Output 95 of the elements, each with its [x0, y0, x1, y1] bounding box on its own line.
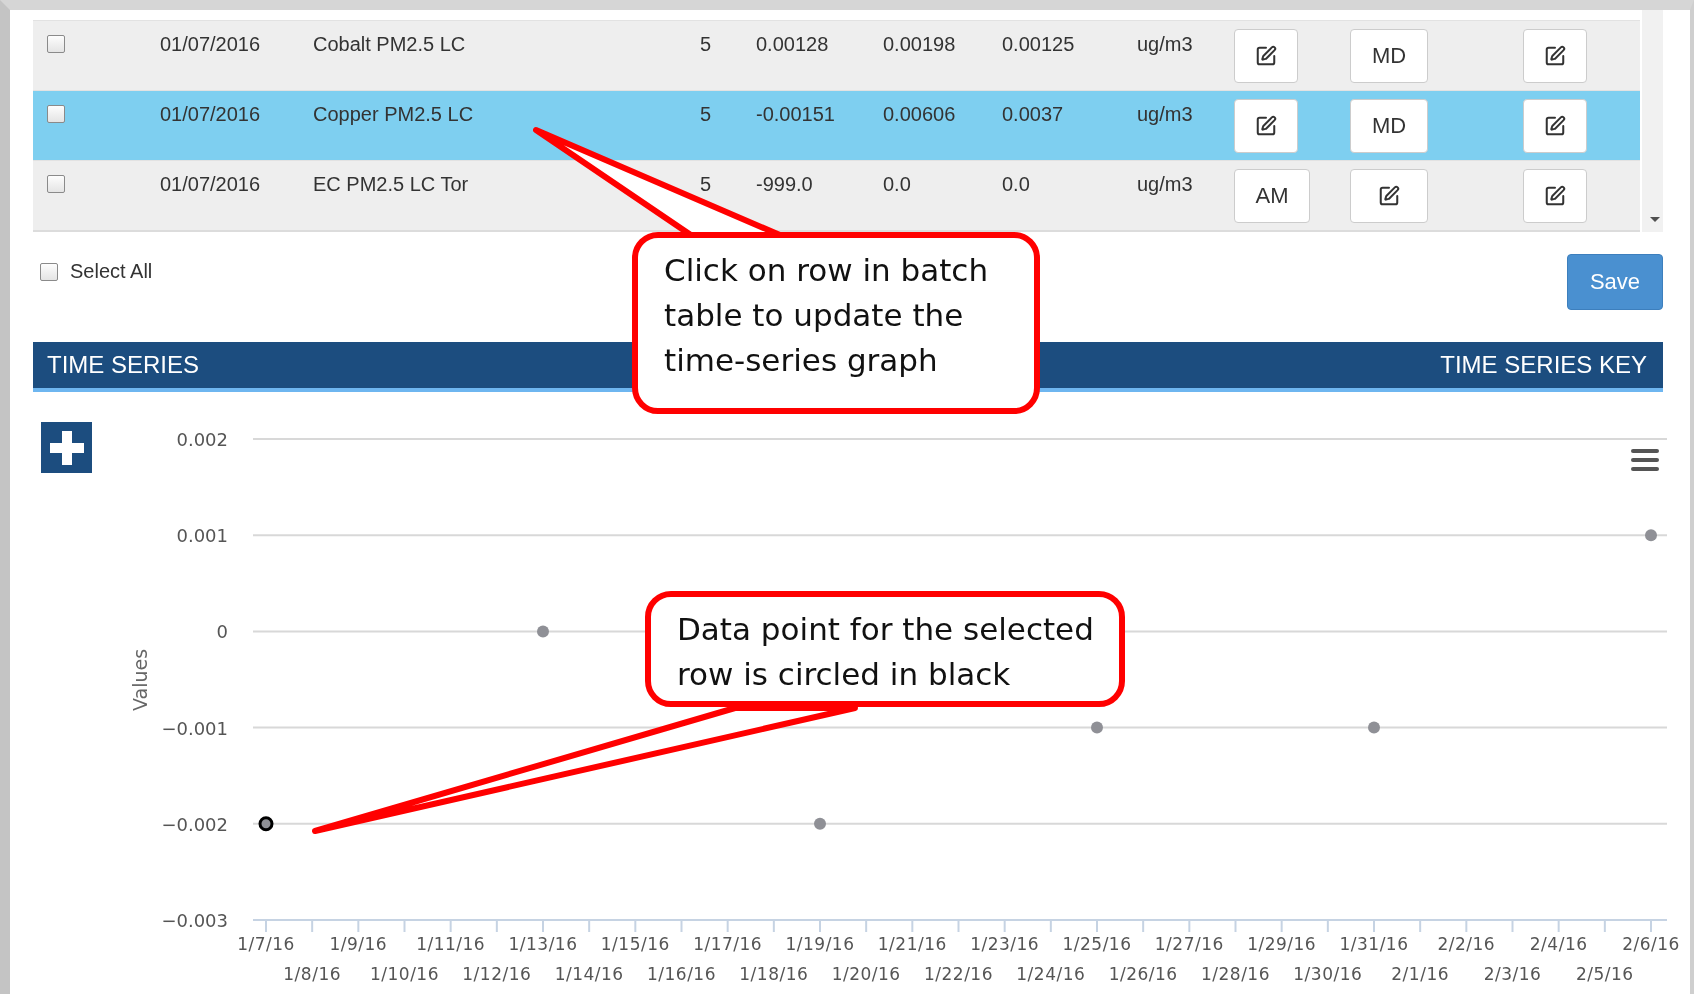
- y-tick-label: 0.001: [176, 525, 228, 547]
- x-tick-label: 1/31/16: [1339, 934, 1409, 954]
- x-tick-label: 1/26/16: [1108, 964, 1178, 984]
- x-tick-label: 1/20/16: [831, 964, 901, 984]
- x-tick-label: 1/15/16: [600, 934, 670, 954]
- x-tick-label: 1/9/16: [329, 934, 388, 954]
- x-tick-label: 1/21/16: [877, 934, 947, 954]
- row-checkbox[interactable]: [47, 175, 65, 193]
- table-cell-text: ug/m3: [1137, 172, 1194, 197]
- edit-icon: [1255, 45, 1277, 67]
- edit-icon: [1255, 115, 1277, 137]
- table-cell-text: EC PM2.5 LC Tor: [313, 172, 470, 197]
- edit-icon: [1544, 115, 1566, 137]
- x-tick-label: 1/7/16: [237, 934, 295, 954]
- select-all-label: Select All: [70, 260, 153, 283]
- x-tick-label: 1/23/16: [970, 934, 1040, 954]
- table-cell-text: -0.00151: [756, 102, 836, 127]
- table-cell-text: 0.00125: [1002, 32, 1076, 57]
- x-tick-label: 1/27/16: [1154, 934, 1224, 954]
- time-series-key-label[interactable]: TIME SERIES KEY: [1440, 351, 1647, 379]
- table-cell-text: 01/07/2016: [160, 102, 262, 127]
- x-tick-label: 2/2/16: [1437, 934, 1496, 954]
- select-all-checkbox[interactable]: [40, 262, 58, 281]
- flag-button[interactable]: MD: [1350, 99, 1428, 153]
- table-cell-text: 5: [700, 32, 713, 57]
- x-tick-label: 1/16/16: [647, 964, 716, 984]
- y-axis-title: Values: [129, 648, 151, 712]
- x-tick-label: 2/6/16: [1622, 934, 1680, 954]
- x-tick-label: 2/5/16: [1575, 964, 1634, 984]
- flag-button[interactable]: AM: [1234, 169, 1310, 223]
- table-row[interactable]: 01/07/2016 Cobalt PM2.5 LC 5 0.00128 0.00198 0.00125 ug/m3 MD: [33, 20, 1640, 90]
- x-tick-label: 1/25/16: [1062, 934, 1132, 954]
- x-tick-label: 1/24/16: [1016, 964, 1086, 984]
- data-point[interactable]: [1091, 721, 1103, 734]
- edit-icon: [1544, 45, 1566, 67]
- table-cell-text: 0.00198: [883, 32, 957, 57]
- table-cell-text: 01/07/2016: [160, 32, 262, 57]
- table-row[interactable]: 01/07/2016 EC PM2.5 LC Tor 5 -999.0 0.0 0.0 ug/m3 AM: [33, 160, 1640, 230]
- scrollbar[interactable]: [1642, 10, 1663, 232]
- edit-button[interactable]: [1350, 169, 1428, 223]
- panel-title: TIME SERIES: [47, 351, 200, 379]
- edit-button[interactable]: [1523, 99, 1587, 153]
- table-cell-text: 5: [700, 102, 713, 127]
- data-point[interactable]: [537, 625, 549, 638]
- data-point[interactable]: [1368, 721, 1380, 734]
- x-tick-label: 1/11/16: [416, 934, 486, 954]
- table-cell-text: 0.00128: [756, 32, 830, 57]
- x-tick-label: 1/22/16: [924, 964, 993, 984]
- y-tick-label: −0.003: [161, 910, 228, 931]
- x-tick-label: 1/8/16: [283, 964, 342, 984]
- x-tick-label: 1/13/16: [508, 934, 578, 954]
- table-cell-text: -999.0: [756, 172, 814, 197]
- edit-icon: [1378, 185, 1400, 207]
- callout: Data point for the selected row is circled in black: [645, 591, 1125, 707]
- x-tick-label: 1/12/16: [462, 964, 532, 984]
- row-checkbox[interactable]: [47, 35, 65, 53]
- x-tick-label: 2/3/16: [1483, 964, 1542, 984]
- row-checkbox[interactable]: [47, 105, 65, 123]
- x-tick-label: 1/17/16: [693, 934, 763, 954]
- x-tick-label: 2/4/16: [1529, 934, 1588, 954]
- table-cell-text: 0.00606: [883, 102, 957, 127]
- table-cell-text: ug/m3: [1137, 102, 1194, 127]
- data-point[interactable]: [814, 817, 826, 830]
- x-tick-label: 1/28/16: [1201, 964, 1270, 984]
- y-tick-label: −0.002: [161, 813, 228, 835]
- table-cell-text: 0.0: [883, 172, 912, 197]
- menu-icon[interactable]: [1630, 448, 1660, 472]
- data-point[interactable]: [1645, 529, 1657, 542]
- table-cell-text: 5: [700, 172, 713, 197]
- edit-button[interactable]: [1523, 29, 1587, 83]
- table-cell-text: 01/07/2016: [160, 172, 262, 197]
- add-button[interactable]: [41, 422, 92, 473]
- x-tick-label: 1/18/16: [739, 964, 809, 984]
- y-tick-label: 0: [216, 621, 228, 643]
- y-tick-label: −0.001: [161, 717, 228, 739]
- scroll-down-icon[interactable]: [1650, 217, 1660, 222]
- edit-button[interactable]: [1234, 29, 1298, 83]
- x-tick-label: 2/1/16: [1391, 964, 1450, 984]
- table-cell-text: 0.0037: [1002, 102, 1065, 127]
- x-tick-label: 1/29/16: [1247, 934, 1317, 954]
- x-tick-label: 1/30/16: [1293, 964, 1363, 984]
- table-cell-text: Cobalt PM2.5 LC: [313, 32, 467, 57]
- table-cell-text: 0.0: [1002, 172, 1031, 197]
- x-tick-label: 1/10/16: [370, 964, 439, 984]
- table-cell-text: ug/m3: [1137, 32, 1194, 57]
- edit-button[interactable]: [1234, 99, 1298, 153]
- edit-icon: [1544, 185, 1566, 207]
- flag-button[interactable]: MD: [1350, 29, 1428, 83]
- table-cell-text: Copper PM2.5 LC: [313, 102, 475, 127]
- edit-button[interactable]: [1523, 169, 1587, 223]
- y-tick-label: 0.002: [176, 429, 228, 450]
- x-tick-label: 1/14/16: [554, 964, 624, 984]
- selected-data-point[interactable]: [258, 816, 274, 832]
- table-row[interactable]: 01/07/2016 Copper PM2.5 LC 5 -0.00151 0.00606 0.0037 ug/m3 MD: [33, 90, 1640, 160]
- x-tick-label: 1/19/16: [785, 934, 855, 954]
